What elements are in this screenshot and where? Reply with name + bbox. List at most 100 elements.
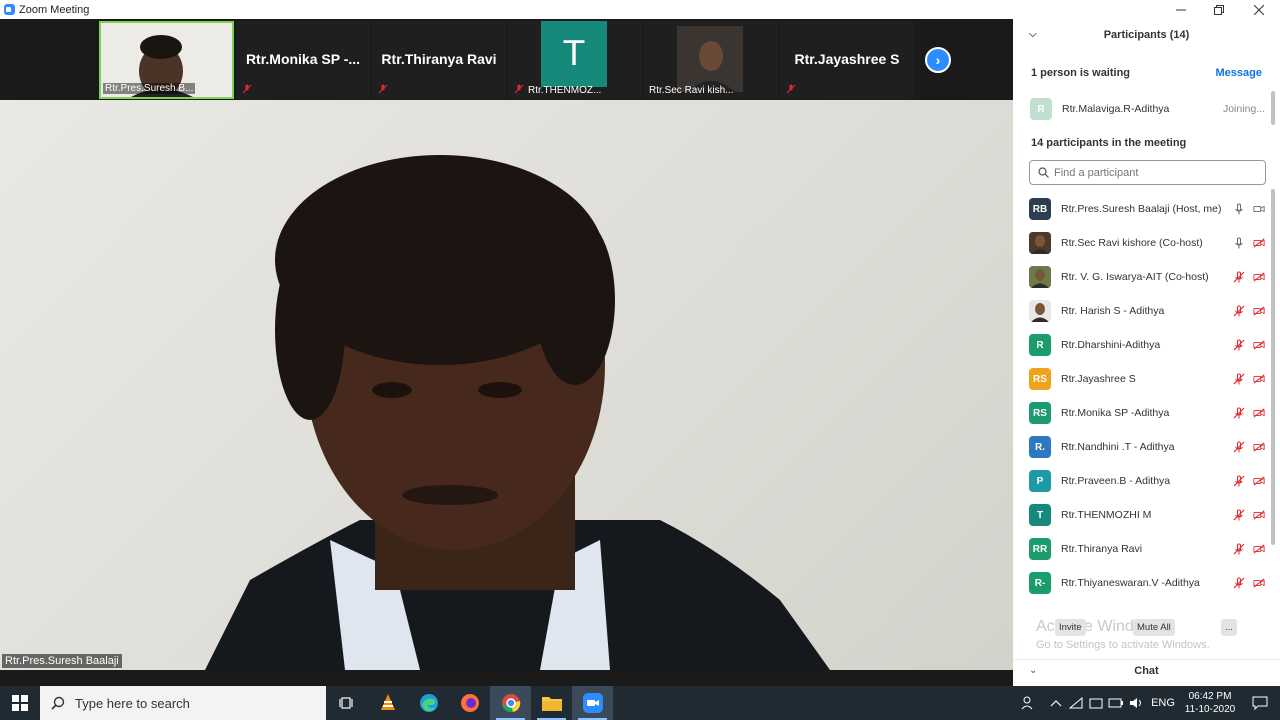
firefox-taskbar-button[interactable] xyxy=(449,686,490,720)
participant-name: Rtr.Dharshini-Adithya xyxy=(1061,339,1161,351)
system-tray: ENG 06:42 PM 11-10-2020 xyxy=(1018,686,1280,720)
mic-icon[interactable] xyxy=(1233,203,1245,215)
video-off-icon[interactable] xyxy=(1253,339,1265,351)
participant-row[interactable]: Rtr.Sec Ravi kishore (Co-host) xyxy=(1029,226,1265,260)
participant-row[interactable]: P Rtr.Praveen.B - Adithya xyxy=(1029,464,1265,498)
tile-caption: Rtr.THENMOZ... xyxy=(528,85,602,96)
participant-row[interactable]: R. Rtr.Nandhini .T - Adithya xyxy=(1029,430,1265,464)
participant-row[interactable]: RR Rtr.Thiranya Ravi xyxy=(1029,532,1265,566)
search-icon xyxy=(51,696,65,710)
participant-row[interactable]: RB Rtr.Pres.Suresh Baalaji (Host, me) xyxy=(1029,192,1265,226)
avatar: T xyxy=(1029,504,1051,526)
maximize-button[interactable] xyxy=(1200,0,1238,19)
participant-search[interactable] xyxy=(1029,160,1266,185)
speaker-video-frame xyxy=(205,155,830,670)
avatar: RR xyxy=(1029,538,1051,560)
video-tile-thiranya[interactable]: Rtr.Thiranya Ravi xyxy=(372,21,506,99)
video-off-icon[interactable] xyxy=(1253,237,1265,249)
chrome-taskbar-button[interactable] xyxy=(490,686,531,720)
notifications-icon[interactable] xyxy=(1240,686,1280,720)
file-explorer-taskbar-button[interactable] xyxy=(531,686,572,720)
participant-row[interactable]: R Rtr.Dharshini-Adithya xyxy=(1029,328,1265,362)
waiting-participant-row[interactable]: R Rtr.Malaviga.R-Adithya Joining... xyxy=(1030,98,1265,120)
volume-icon[interactable] xyxy=(1126,686,1146,720)
mic-muted-icon[interactable] xyxy=(1233,339,1245,351)
start-button[interactable] xyxy=(0,686,40,720)
participants-scrollbar[interactable] xyxy=(1271,189,1275,545)
minimize-button[interactable] xyxy=(1162,0,1200,19)
chat-label: Chat xyxy=(1134,665,1159,677)
video-off-icon[interactable] xyxy=(1253,407,1265,419)
video-tile-thenmozhi[interactable]: T Rtr.THENMOZ... xyxy=(508,21,642,99)
battery-icon[interactable] xyxy=(1106,686,1126,720)
avatar xyxy=(1029,266,1051,288)
video-off-icon[interactable] xyxy=(1253,441,1265,453)
windows-taskbar: Type here to search ENG 06:42 PM 11-10-2… xyxy=(0,686,1280,720)
participant-row[interactable]: R- Rtr.Thiyaneswaran.V -Adithya xyxy=(1029,566,1265,600)
next-page-button[interactable]: › xyxy=(925,47,951,73)
tile-name: Rtr.Monika SP -... xyxy=(245,51,361,67)
zoom-window: Zoom Meeting Rtr.Pres.Suresh B... Rtr.Mo… xyxy=(0,0,1280,720)
video-off-icon[interactable] xyxy=(1253,577,1265,589)
participant-row[interactable]: RS Rtr.Jayashree S xyxy=(1029,362,1265,396)
participant-row[interactable]: T Rtr.THENMOZHI M xyxy=(1029,498,1265,532)
video-icon[interactable] xyxy=(1253,203,1265,215)
chat-section-header[interactable]: ⌄ Chat xyxy=(1013,659,1280,681)
more-options-button[interactable]: ... xyxy=(1221,619,1237,636)
waiting-scrollbar[interactable] xyxy=(1271,91,1275,125)
mic-muted-icon[interactable] xyxy=(1233,373,1245,385)
tile-caption: Rtr.Sec Ravi kish... xyxy=(649,85,734,96)
mic-muted-icon[interactable] xyxy=(1233,271,1245,283)
message-waiting-button[interactable]: Message xyxy=(1216,67,1262,79)
participant-row[interactable]: Rtr. Harish S - Adithya xyxy=(1029,294,1265,328)
network-icon[interactable] xyxy=(1066,686,1086,720)
collapse-chevron-icon[interactable]: ⌵ xyxy=(1029,29,1037,40)
avatar: RS xyxy=(1029,402,1051,424)
edge-taskbar-button[interactable] xyxy=(408,686,449,720)
people-icon[interactable] xyxy=(1018,686,1038,720)
participant-photo xyxy=(677,26,743,92)
avatar: RB xyxy=(1029,198,1051,220)
tile-name: Rtr.Thiranya Ravi xyxy=(381,51,497,67)
close-button[interactable] xyxy=(1240,0,1278,19)
participant-row[interactable]: RS Rtr.Monika SP -Adithya xyxy=(1029,396,1265,430)
mic-muted-icon[interactable] xyxy=(1233,543,1245,555)
video-tile-monika[interactable]: Rtr.Monika SP -... xyxy=(236,21,370,99)
participants-header: ⌵ Participants (14) xyxy=(1013,29,1280,49)
video-off-icon[interactable] xyxy=(1253,509,1265,521)
vlc-taskbar-button[interactable] xyxy=(367,686,408,720)
video-off-icon[interactable] xyxy=(1253,543,1265,555)
mic-muted-icon[interactable] xyxy=(1233,441,1245,453)
mic-muted-icon[interactable] xyxy=(1233,475,1245,487)
mic-muted-icon[interactable] xyxy=(1233,577,1245,589)
video-off-icon[interactable] xyxy=(1253,373,1265,385)
invite-button[interactable]: Invite xyxy=(1055,619,1086,636)
firefox-icon xyxy=(460,694,479,712)
avatar: R- xyxy=(1029,572,1051,594)
expand-chevron-icon: ⌄ xyxy=(1029,665,1038,676)
video-tile-ravi[interactable]: Rtr.Sec Ravi kish... xyxy=(644,21,778,99)
video-off-icon[interactable] xyxy=(1253,305,1265,317)
video-tile-self[interactable]: Rtr.Pres.Suresh B... xyxy=(99,21,234,99)
mic-muted-icon[interactable] xyxy=(1233,407,1245,419)
participant-row[interactable]: Rtr. V. G. Iswarya-AIT (Co-host) xyxy=(1029,260,1265,294)
mic-muted-icon[interactable] xyxy=(1233,509,1245,521)
zoom-taskbar-button[interactable] xyxy=(572,686,613,720)
taskbar-search-box[interactable]: Type here to search xyxy=(40,686,326,720)
input-language[interactable]: ENG xyxy=(1146,686,1180,720)
system-clock[interactable]: 06:42 PM 11-10-2020 xyxy=(1180,690,1240,716)
task-view-button[interactable] xyxy=(326,686,367,720)
mute-all-button[interactable]: Mute All xyxy=(1133,619,1175,636)
chevron-up-icon[interactable] xyxy=(1046,686,1066,720)
participant-name: Rtr.Thiyaneswaran.V -Adithya xyxy=(1061,577,1200,589)
security-icon[interactable] xyxy=(1086,686,1106,720)
video-off-icon[interactable] xyxy=(1253,475,1265,487)
mic-icon[interactable] xyxy=(1233,237,1245,249)
participant-search-input[interactable] xyxy=(1054,166,1254,179)
mic-muted-icon[interactable] xyxy=(1233,305,1245,317)
meeting-controls-bar xyxy=(0,670,1013,686)
participants-title: Participants (14) xyxy=(1103,29,1190,41)
video-off-icon[interactable] xyxy=(1253,271,1265,283)
video-tile-jayashree[interactable]: Rtr.Jayashree S xyxy=(780,21,914,99)
folder-icon xyxy=(541,697,562,711)
